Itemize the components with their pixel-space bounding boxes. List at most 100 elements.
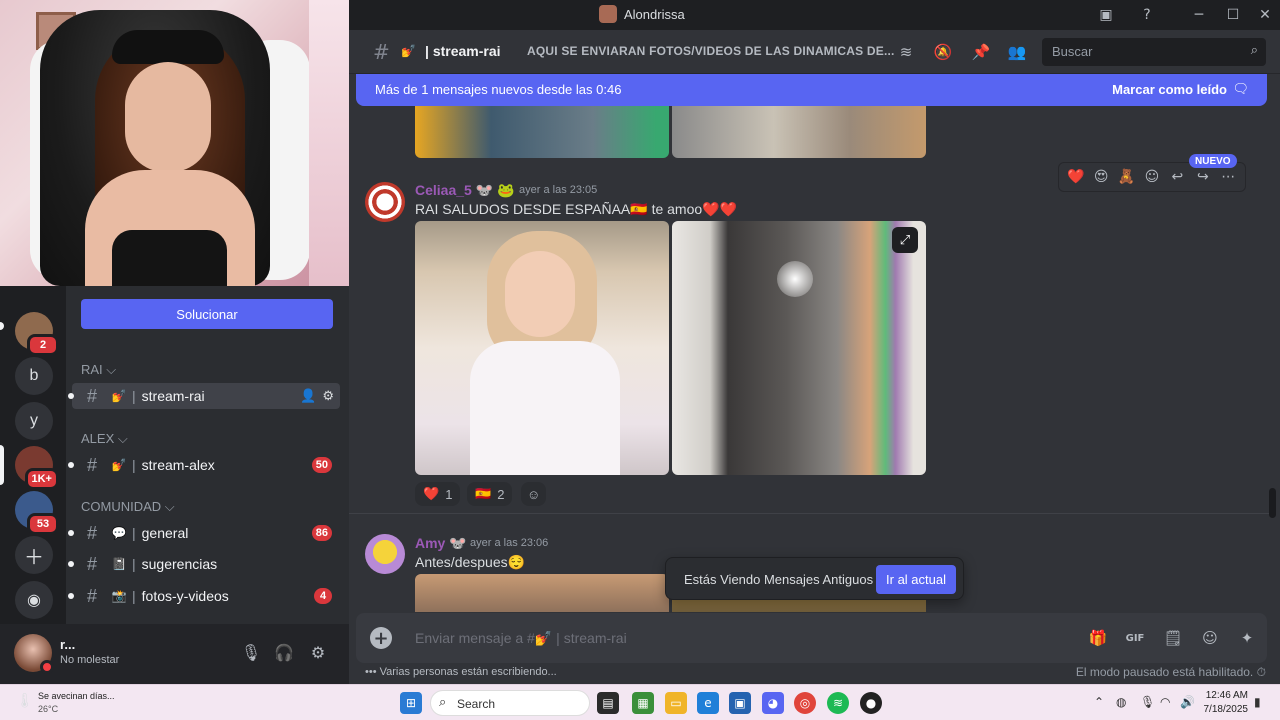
message-text: Antes/despues😌 xyxy=(415,554,526,570)
composer-placeholder: Enviar mensaje a #💅 | stream-rai xyxy=(415,630,627,646)
attachment-image[interactable] xyxy=(415,574,669,612)
explore-servers-icon[interactable]: ◉ xyxy=(15,581,53,619)
attachment-image[interactable] xyxy=(415,106,669,158)
search-icon: ⌕ xyxy=(439,695,447,710)
category-alex[interactable]: ALEX ⌵ xyxy=(81,431,128,447)
server-icon-5[interactable]: 53 xyxy=(15,491,59,535)
discord-taskbar-icon[interactable]: ◕ xyxy=(762,692,784,714)
separator: | xyxy=(132,525,136,541)
scrollbar-thumb[interactable] xyxy=(1269,488,1276,518)
server-icon-1[interactable]: 2 xyxy=(15,312,59,356)
task-view-icon[interactable]: ▤ xyxy=(597,692,619,714)
message-list: Celiaa_5 🐭 🐸 ayer a las 23:05 RAI SALUDO… xyxy=(349,106,1272,612)
channel-emoji: 💬 xyxy=(111,526,127,540)
solve-button[interactable]: Solucionar xyxy=(81,299,333,329)
photos-app-icon[interactable]: ▦ xyxy=(632,692,654,714)
members-icon[interactable]: 👥 xyxy=(1005,41,1029,63)
channel-fotos-y-videos[interactable]: # 📸 | fotos-y-videos 4 xyxy=(68,583,340,609)
add-reaction-button[interactable]: ☺ xyxy=(521,482,547,506)
attachment-image[interactable] xyxy=(672,106,926,158)
reaction-heart[interactable]: ❤️ 1 xyxy=(415,482,461,506)
edge-icon[interactable]: e xyxy=(697,692,719,714)
server-icon-y[interactable]: y xyxy=(15,402,53,440)
headphones-icon[interactable]: 🎧 xyxy=(272,640,296,664)
category-rai[interactable]: RAI ⌵ xyxy=(81,362,116,378)
old-messages-text: Estás Viendo Mensajes Antiguos xyxy=(684,572,874,587)
threads-icon[interactable]: ≋ xyxy=(894,41,918,63)
upload-plus-icon[interactable]: + xyxy=(370,627,392,649)
windows-start-icon[interactable]: ⊞ xyxy=(400,692,422,714)
channel-stream-rai[interactable]: # 💅 | stream-rai 👤 ⚙ xyxy=(68,383,340,409)
more-options-icon[interactable]: ⋯ xyxy=(1218,166,1239,188)
server-icon-b[interactable]: b xyxy=(15,357,53,395)
jump-to-present-button[interactable]: Ir al actual xyxy=(876,565,956,594)
tray-chevron-icon[interactable]: ⌃ xyxy=(1094,695,1104,709)
channel-general[interactable]: # 💬 | general 86 xyxy=(68,520,340,546)
attachment-image-girl[interactable] xyxy=(415,221,669,475)
tray-app-icon[interactable]: ◍ xyxy=(1116,695,1126,709)
react-heart-icon[interactable]: ❤️ xyxy=(1065,166,1086,188)
add-reaction-icon[interactable]: ☺ xyxy=(1141,166,1162,188)
apps-icon[interactable]: ✦ xyxy=(1235,627,1259,649)
search-placeholder: Buscar xyxy=(1052,44,1093,59)
mention-badge: 50 xyxy=(311,457,332,473)
server-label: y xyxy=(30,412,38,429)
gift-icon[interactable]: 🎁 xyxy=(1086,627,1110,649)
channel-label: stream-alex xyxy=(141,457,215,473)
mark-as-read-button[interactable]: Marcar como leído xyxy=(1112,82,1227,97)
settings-gear-icon[interactable]: ⚙ xyxy=(306,640,330,664)
user-name[interactable]: r... xyxy=(60,637,75,652)
file-explorer-icon[interactable]: ▭ xyxy=(665,692,687,714)
minimize-icon[interactable]: ─ xyxy=(1187,4,1211,26)
inbox-icon[interactable]: ▣ xyxy=(1094,4,1118,26)
search-input[interactable]: Buscar ⌕ xyxy=(1042,38,1266,66)
channel-emoji: 📓 xyxy=(111,557,127,571)
gif-icon[interactable]: GIF xyxy=(1123,627,1147,649)
taskbar-search[interactable]: ⌕ Search xyxy=(430,690,590,716)
reply-icon[interactable]: ↩ xyxy=(1167,166,1188,188)
notifications-muted-icon[interactable]: 🔕 xyxy=(931,41,955,63)
clock-icon: ⏱ xyxy=(1256,665,1266,679)
slowmode-indicator: El modo pausado está habilitado. ⏱ xyxy=(1076,665,1266,680)
forward-icon[interactable]: ↪ xyxy=(1192,166,1213,188)
message-composer[interactable]: + Enviar mensaje a #💅 | stream-rai 🎁 GIF… xyxy=(356,613,1267,663)
react-heart-eyes-icon[interactable]: 😍 xyxy=(1090,166,1111,188)
message-author[interactable]: Celiaa_5 🐭 🐸 xyxy=(415,182,514,199)
server-icon-live[interactable]: 1K+ xyxy=(15,446,59,490)
chrome-icon[interactable]: ◎ xyxy=(794,692,816,714)
react-custom-emoji-icon[interactable]: 🧸 xyxy=(1116,166,1137,188)
channel-topic[interactable]: AQUI SE ENVIARAN FOTOS/VIDEOS DE LAS DIN… xyxy=(527,44,895,58)
message-author[interactable]: Amy 🐭 xyxy=(415,535,467,552)
expand-image-icon[interactable]: ⤢ xyxy=(892,227,918,253)
maximize-icon[interactable]: ☐ xyxy=(1221,4,1245,26)
volume-icon[interactable]: 🔊 xyxy=(1180,695,1195,709)
pin-icon[interactable]: 📌 xyxy=(969,41,993,63)
spotify-icon[interactable]: ≋ xyxy=(827,692,849,714)
invite-icon[interactable]: 👤 xyxy=(300,388,316,404)
microphone-icon[interactable]: 🎙 xyxy=(239,640,263,664)
tray-mic-icon[interactable]: 🎙 xyxy=(1140,695,1155,709)
avatar[interactable] xyxy=(365,534,405,574)
search-icon: ⌕ xyxy=(1250,42,1258,57)
channel-stream-alex[interactable]: # 💅 | stream-alex 50 xyxy=(68,452,340,478)
close-icon[interactable]: ✕ xyxy=(1253,4,1277,26)
new-messages-banner[interactable]: Más de 1 mensajes nuevos desde las 0:46 … xyxy=(356,74,1267,106)
store-icon[interactable]: ▣ xyxy=(729,692,751,714)
notifications-icon[interactable]: ▮ xyxy=(1254,695,1261,709)
server-badge: 1K+ xyxy=(24,468,59,490)
sticker-icon[interactable]: 🗒 xyxy=(1161,627,1185,649)
weather-widget[interactable]: 🌡 Se avecinan días... 26°C xyxy=(14,689,154,717)
gear-icon[interactable]: ⚙ xyxy=(322,388,334,404)
category-comunidad[interactable]: COMUNIDAD ⌵ xyxy=(81,499,175,515)
help-icon[interactable]: ? xyxy=(1135,4,1159,26)
channel-sugerencias[interactable]: # 📓 | sugerencias xyxy=(68,551,340,577)
headband xyxy=(112,30,224,64)
wifi-icon[interactable]: ◠ xyxy=(1160,695,1170,709)
emoji-icon[interactable]: ☺ xyxy=(1198,627,1222,649)
attachment-image-mirror[interactable]: ⤢ xyxy=(672,221,926,475)
obs-icon[interactable]: ● xyxy=(860,692,882,714)
system-clock[interactable]: 12:46 AM 7/18/2025 xyxy=(1204,689,1249,717)
reaction-flag-spain[interactable]: 🇪🇸 2 xyxy=(467,482,513,506)
avatar[interactable] xyxy=(365,182,405,222)
add-server-icon[interactable]: ＋ xyxy=(15,536,53,574)
